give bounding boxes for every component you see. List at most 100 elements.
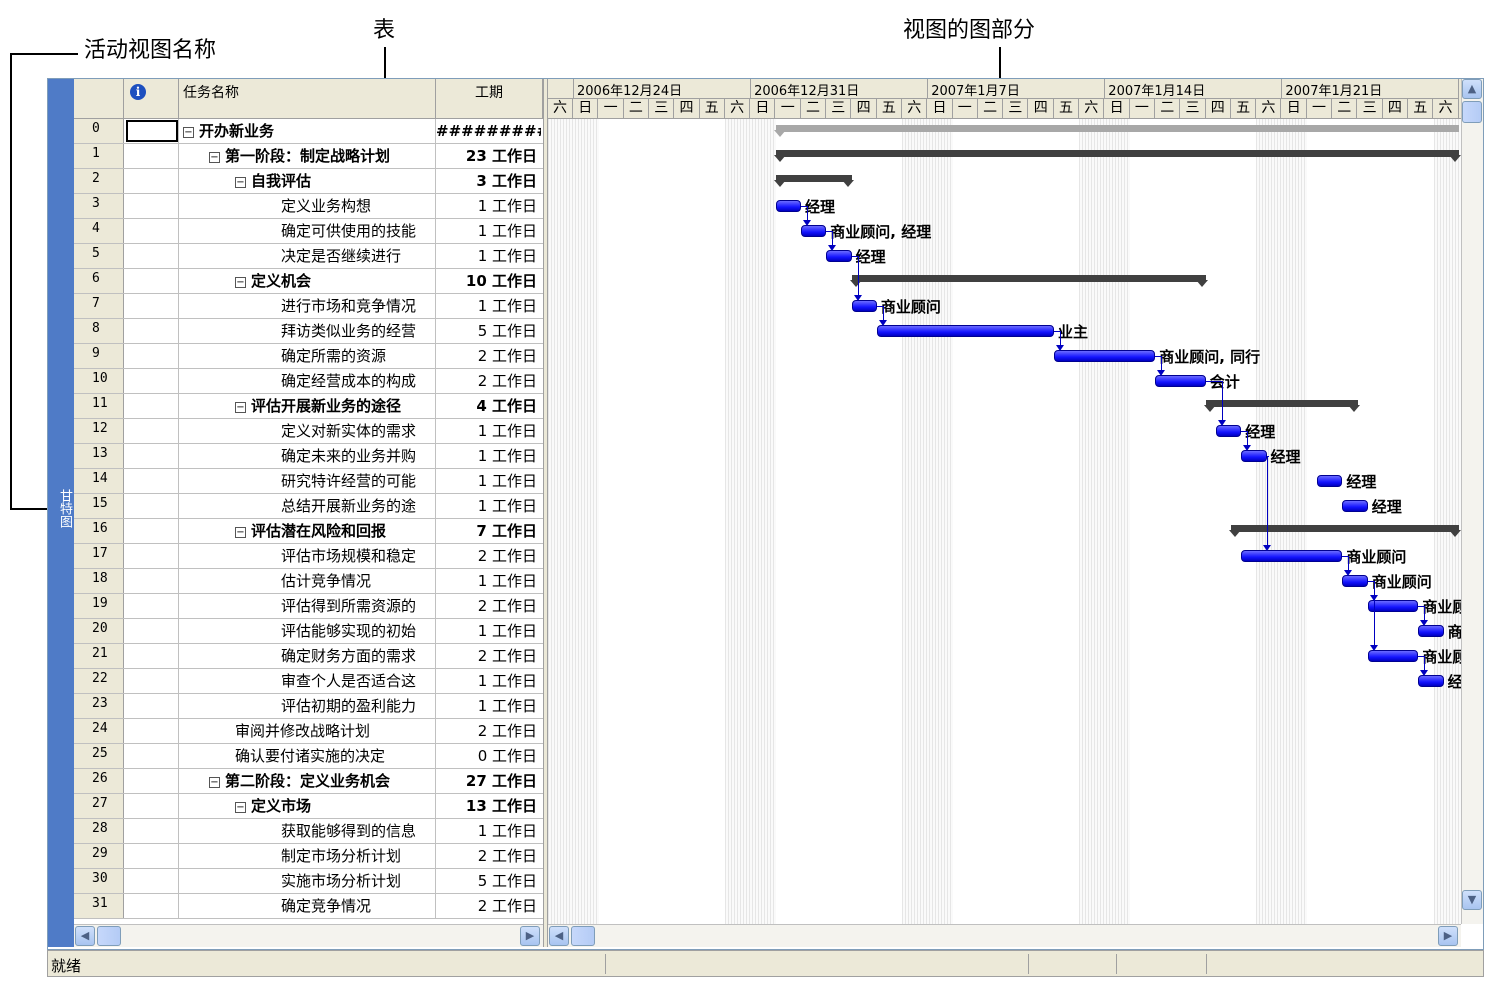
task-name-cell[interactable]: 进行市场和竞争情况	[179, 294, 436, 318]
summary-bar[interactable]	[773, 175, 854, 187]
row-id[interactable]: 10	[74, 369, 124, 393]
row-id[interactable]: 1	[74, 144, 124, 168]
table-row[interactable]: 16− 评估潜在风险和回报 7 工作日	[74, 519, 543, 544]
row-id[interactable]: 24	[74, 719, 124, 743]
row-id[interactable]: 5	[74, 244, 124, 268]
duration-cell[interactable]: #########	[436, 119, 541, 143]
row-id[interactable]: 7	[74, 294, 124, 318]
table-row[interactable]: 26− 第二阶段：定义业务机会 27 工作日	[74, 769, 543, 794]
row-id[interactable]: 12	[74, 419, 124, 443]
indicator-cell[interactable]	[124, 594, 179, 618]
duration-cell[interactable]: 2 工作日	[436, 644, 541, 668]
indicator-cell[interactable]	[124, 519, 179, 543]
table-row[interactable]: 1 − 第一阶段：制定战略计划 23 工作日	[74, 144, 543, 169]
indicator-cell[interactable]	[124, 369, 179, 393]
duration-cell[interactable]: 1 工作日	[436, 469, 541, 493]
row-id[interactable]: 2	[74, 169, 124, 193]
task-bar[interactable]	[1215, 425, 1242, 437]
task-name-cell[interactable]: 拜访类似业务的经营	[179, 319, 436, 343]
duration-cell[interactable]: 5 工作日	[436, 319, 541, 343]
scroll-left-button[interactable]: ◀	[75, 926, 95, 946]
table-row[interactable]: 25 确认要付诸实施的决定 0 工作日	[74, 744, 543, 769]
table-row[interactable]: 4 确定可供使用的技能 1 工作日	[74, 219, 543, 244]
indicator-cell[interactable]	[124, 719, 179, 743]
table-row[interactable]: 9 确定所需的资源 2 工作日	[74, 344, 543, 369]
task-name-cell[interactable]: − 第一阶段：制定战略计划	[179, 144, 436, 168]
table-row[interactable]: 11− 评估开展新业务的途径 4 工作日	[74, 394, 543, 419]
header-id[interactable]	[74, 79, 124, 119]
project-summary-bar[interactable]	[773, 125, 1459, 137]
task-bar[interactable]	[1342, 575, 1368, 587]
row-id[interactable]: 11	[74, 394, 124, 418]
scroll-down-button[interactable]: ▼	[1462, 890, 1482, 910]
task-name-cell[interactable]: 总结开展新业务的途	[179, 494, 436, 518]
row-id[interactable]: 26	[74, 769, 124, 793]
task-bar[interactable]	[1342, 500, 1368, 512]
table-row[interactable]: 29 制定市场分析计划 2 工作日	[74, 844, 543, 869]
indicator-cell[interactable]	[124, 144, 179, 168]
indicator-cell[interactable]	[124, 744, 179, 768]
table-row[interactable]: 31 确定竞争情况 2 工作日	[74, 894, 543, 919]
indicator-cell[interactable]	[124, 194, 179, 218]
indicator-cell[interactable]	[124, 569, 179, 593]
duration-cell[interactable]: 1 工作日	[436, 569, 541, 593]
task-name-cell[interactable]: 评估初期的盈利能力	[179, 694, 436, 718]
task-bar[interactable]	[1241, 550, 1343, 562]
row-id[interactable]: 19	[74, 594, 124, 618]
indicator-cell[interactable]	[124, 894, 179, 918]
collapse-icon[interactable]: −	[235, 277, 246, 288]
indicator-cell[interactable]	[124, 544, 179, 568]
task-bar[interactable]	[801, 225, 827, 237]
table-row[interactable]: 19 评估得到所需资源的 2 工作日	[74, 594, 543, 619]
row-id[interactable]: 15	[74, 494, 124, 518]
duration-cell[interactable]: 2 工作日	[436, 844, 541, 868]
table-row[interactable]: 8 拜访类似业务的经营 5 工作日	[74, 319, 543, 344]
task-name-cell[interactable]: 评估市场规模和稳定	[179, 544, 436, 568]
table-scroll-thumb[interactable]	[97, 926, 121, 946]
table-row[interactable]: 18 估计竞争情况 1 工作日	[74, 569, 543, 594]
task-name-cell[interactable]: 获取能够得到的信息	[179, 819, 436, 843]
view-bar[interactable]: 甘特图	[48, 79, 74, 947]
selected-cell[interactable]	[126, 120, 178, 142]
task-name-cell[interactable]: − 定义机会	[179, 269, 436, 293]
row-id[interactable]: 8	[74, 319, 124, 343]
row-id[interactable]: 23	[74, 694, 124, 718]
task-name-cell[interactable]: 确定经营成本的构成	[179, 369, 436, 393]
table-row[interactable]: 0 − 开办新业务 #########	[74, 119, 543, 144]
task-name-cell[interactable]: − 开办新业务	[179, 119, 436, 143]
task-name-cell[interactable]: 确定所需的资源	[179, 344, 436, 368]
task-bar[interactable]	[1155, 375, 1206, 387]
table-row[interactable]: 21 确定财务方面的需求 2 工作日	[74, 644, 543, 669]
task-bar[interactable]	[1367, 650, 1419, 662]
table-row[interactable]: 23 评估初期的盈利能力 1 工作日	[74, 694, 543, 719]
summary-bar[interactable]	[773, 150, 1461, 162]
task-name-cell[interactable]: 决定是否继续进行	[179, 244, 436, 268]
scroll-right-button[interactable]: ▶	[520, 926, 540, 946]
table-row[interactable]: 15 总结开展新业务的途 1 工作日	[74, 494, 543, 519]
duration-cell[interactable]: 1 工作日	[436, 444, 541, 468]
indicator-cell[interactable]	[124, 794, 179, 818]
row-id[interactable]: 16	[74, 519, 124, 543]
duration-cell[interactable]: 0 工作日	[436, 744, 541, 768]
gantt-horizontal-scrollbar[interactable]: ◀ ▶	[548, 924, 1461, 947]
table-row[interactable]: 7 进行市场和竞争情况 1 工作日	[74, 294, 543, 319]
duration-cell[interactable]: 1 工作日	[436, 419, 541, 443]
row-id[interactable]: 21	[74, 644, 124, 668]
duration-cell[interactable]: 1 工作日	[436, 219, 541, 243]
duration-cell[interactable]: 23 工作日	[436, 144, 541, 168]
indicator-cell[interactable]	[124, 694, 179, 718]
duration-cell[interactable]: 2 工作日	[436, 594, 541, 618]
task-name-cell[interactable]: 确定未来的业务并购	[179, 444, 436, 468]
task-name-cell[interactable]: 确定可供使用的技能	[179, 219, 436, 243]
indicator-cell[interactable]	[124, 619, 179, 643]
row-id[interactable]: 6	[74, 269, 124, 293]
duration-cell[interactable]: 1 工作日	[436, 694, 541, 718]
indicator-cell[interactable]	[124, 394, 179, 418]
row-id[interactable]: 0	[74, 119, 124, 143]
collapse-icon[interactable]: −	[235, 802, 246, 813]
duration-cell[interactable]: 5 工作日	[436, 869, 541, 893]
indicator-cell[interactable]	[124, 344, 179, 368]
table-row[interactable]: 5 决定是否继续进行 1 工作日	[74, 244, 543, 269]
task-table[interactable]: i 任务名称 工期 0− 开办新业务 ######### 1− 第一阶段：制定战略计划 2…	[74, 79, 543, 924]
row-id[interactable]: 25	[74, 744, 124, 768]
